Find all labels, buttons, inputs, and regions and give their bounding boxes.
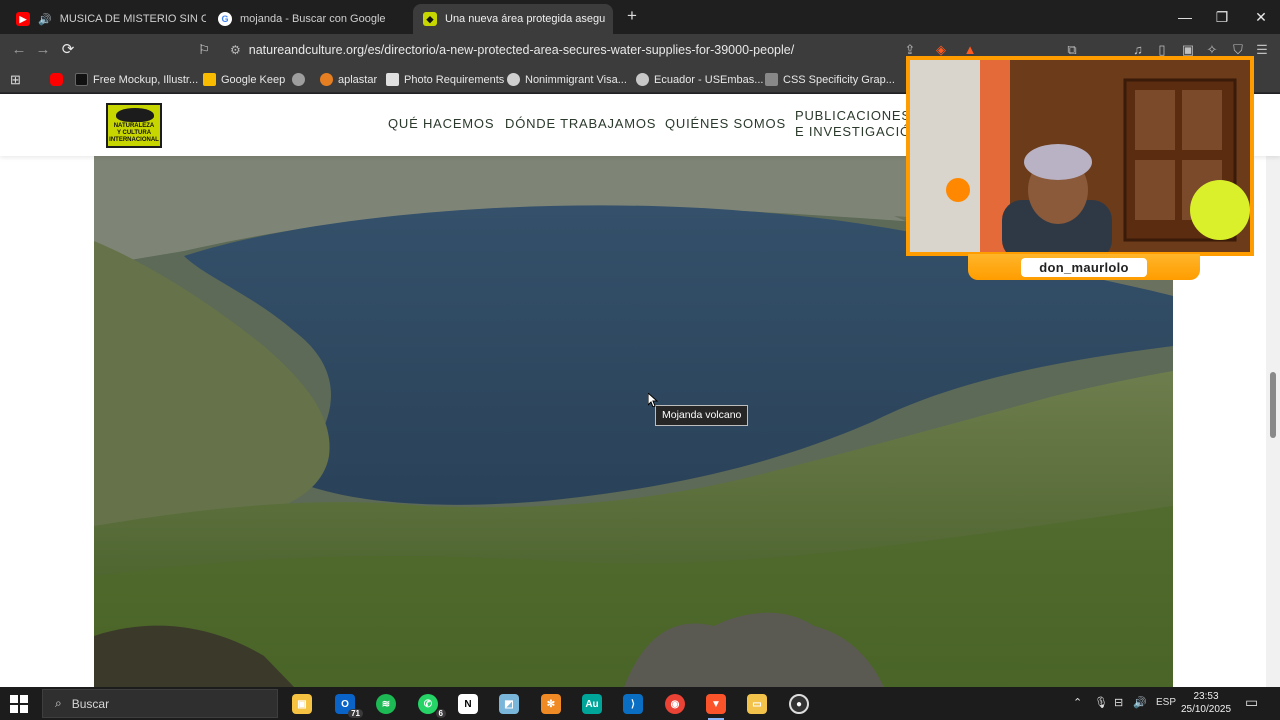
bookmark-youtube[interactable] <box>50 71 63 88</box>
youtube-icon: ▶ <box>16 12 30 26</box>
tab-youtube-music[interactable]: ▶ 🔊 MUSICA DE MISTERIO SIN COPY <box>6 4 206 34</box>
chrome-app-icon[interactable]: ◉ <box>665 694 685 714</box>
bookmark-label: Google Keep <box>221 73 286 86</box>
apps-grid-icon[interactable]: ⊞ <box>10 71 21 88</box>
maximize-button[interactable]: ❐ <box>1207 6 1237 28</box>
bookmark-page-icon[interactable]: ⚐ <box>195 41 213 59</box>
brave-app-icon[interactable]: ▼ <box>706 694 726 720</box>
notes-app-icon[interactable]: ◩ <box>499 694 519 714</box>
windows-start-icon[interactable] <box>10 695 28 713</box>
microphone-icon[interactable]: 🎙 <box>1094 696 1108 709</box>
bookmark-css-specificity[interactable]: CSS Specificity Grap... <box>765 71 895 88</box>
logo-line: NATURALEZA <box>113 123 155 129</box>
tab-strip: ▶ 🔊 MUSICA DE MISTERIO SIN COPY G mojand… <box>0 0 1280 34</box>
obs-app-icon[interactable]: ● <box>789 694 809 714</box>
logo-line: Y CULTURA <box>116 130 152 136</box>
youtube-bookmark-icon <box>50 73 63 86</box>
xampp-app-icon[interactable]: ✻ <box>541 694 561 714</box>
file-explorer-icon[interactable]: ▭ <box>747 694 767 714</box>
bookmark-label: Free Mockup, Illustr... <box>93 73 199 86</box>
page-scrollbar[interactable] <box>1266 94 1280 687</box>
notion-app-icon[interactable]: N <box>458 694 478 714</box>
streamer-username: don_maurlolo <box>1021 257 1147 277</box>
clock-time: 23:53 <box>1193 691 1219 702</box>
logo-line: INTERNACIONAL <box>109 137 159 143</box>
webcam-feed <box>910 60 1250 252</box>
bookmark-label: Nonimmigrant Visa... <box>525 73 627 86</box>
bookmark-ecuador-embassy[interactable]: Ecuador - USEmbas... <box>636 71 763 88</box>
bookmark-globe[interactable] <box>292 71 305 88</box>
tab-title: MUSICA DE MISTERIO SIN COPY <box>59 13 206 25</box>
google-icon: G <box>218 12 232 26</box>
tab-google-search[interactable]: G mojanda - Buscar con Google <box>208 4 408 34</box>
natureandculture-icon: ◆ <box>423 12 437 26</box>
new-tab-button[interactable]: + <box>622 6 642 26</box>
globe-icon <box>292 73 305 86</box>
site-logo[interactable]: NATURALEZA Y CULTURA INTERNACIONAL <box>106 103 162 148</box>
tray-chevron-icon[interactable]: ⌃ <box>1073 696 1082 709</box>
vscode-app-icon[interactable]: ⟩ <box>623 694 643 714</box>
keep-icon <box>203 73 216 86</box>
whatsapp-badge: 6 <box>435 709 446 718</box>
windows-taskbar: ⌕ Buscar ▣ O 71 ≋ ✆ 6 N ◩ ✻ Au ⟩ ◉ ▼ ▭ ● ⌃… <box>0 687 1280 720</box>
whatsapp-app-icon[interactable]: ✆ 6 <box>418 694 446 718</box>
bookmark-nonimmigrant-visa[interactable]: Nonimmigrant Visa... <box>507 71 627 88</box>
tab-title: mojanda - Buscar con Google <box>240 13 386 25</box>
nav-quienes-somos[interactable]: QUIÉNES SOMOS <box>665 116 786 131</box>
scrollbar-thumb[interactable] <box>1270 372 1276 438</box>
back-button[interactable]: ← <box>10 41 28 59</box>
site-info-icon[interactable]: ⚙ <box>230 43 241 57</box>
mouse-cursor-icon <box>647 391 659 412</box>
url-text: natureandculture.org/es/directorio/a-new… <box>248 43 795 57</box>
tab-title: Una nueva área protegida asegu <box>445 13 606 25</box>
search-placeholder: Buscar <box>71 696 110 711</box>
search-icon: ⌕ <box>55 696 62 710</box>
bookmark-aplastar[interactable]: aplastar <box>320 71 377 88</box>
notifications-icon[interactable]: ▭ <box>1245 694 1258 711</box>
menu-icon[interactable]: ☰ <box>1254 42 1270 58</box>
address-bar[interactable]: ⚙ natureandculture.org/es/directorio/a-n… <box>222 38 902 62</box>
nav-que-hacemos[interactable]: QUÉ HACEMOS <box>388 116 494 131</box>
webcam-overlay: don_maurlolo <box>906 56 1254 280</box>
bookmark-label: aplastar <box>338 73 378 86</box>
visa-icon <box>507 73 520 86</box>
minimize-button[interactable]: — <box>1170 6 1200 28</box>
store-app-icon[interactable]: ▣ <box>292 694 312 714</box>
bookmark-label: CSS Specificity Grap... <box>783 73 895 86</box>
css-icon <box>765 73 778 86</box>
audition-app-icon[interactable]: Au <box>582 694 602 714</box>
volume-icon[interactable]: 🔊 <box>1133 696 1147 709</box>
webcam-name-plate: don_maurlolo <box>968 254 1200 280</box>
nav-publicaciones[interactable]: PUBLICACIONES E INVESTIGACIÓN <box>795 108 921 140</box>
outlook-badge: 71 <box>348 709 363 718</box>
taskbar-search[interactable]: ⌕ Buscar <box>42 689 278 718</box>
outlook-app-icon[interactable]: O 71 <box>335 694 363 718</box>
close-window-button[interactable]: ✕ <box>1246 6 1276 28</box>
nav-label-line: E INVESTIGACIÓN <box>795 124 922 139</box>
aplastar-icon <box>320 73 333 86</box>
image-caption-tooltip: Mojanda volcano <box>655 405 749 426</box>
network-icon[interactable]: ⊟ <box>1114 696 1123 709</box>
embassy-icon <box>636 73 649 86</box>
system-clock[interactable]: 23:53 25/10/2025 <box>1178 690 1234 716</box>
nav-donde-trabajamos[interactable]: DÓNDE TRABAJAMOS <box>505 116 656 131</box>
bookmark-free-mockup[interactable]: Free Mockup, Illustr... <box>75 71 198 88</box>
bookmark-google-keep[interactable]: Google Keep <box>203 71 285 88</box>
nav-label-line: PUBLICACIONES <box>795 108 911 123</box>
spotify-app-icon[interactable]: ≋ <box>376 694 396 714</box>
jaguar-logo-icon <box>116 108 154 122</box>
speaker-icon[interactable]: 🔊 <box>38 13 52 26</box>
language-indicator[interactable]: ESP <box>1156 697 1176 708</box>
bookmark-label: Ecuador - USEmbas... <box>654 73 764 86</box>
tab-active-article[interactable]: ◆ Una nueva área protegida asegu ✕ <box>413 4 613 34</box>
webcam-frame <box>906 56 1254 256</box>
reload-button[interactable]: ⟳ <box>59 41 77 59</box>
bookmark-photo-requirements[interactable]: Photo Requirements <box>386 71 504 88</box>
bookmark-label: Photo Requirements <box>404 73 505 86</box>
forward-button[interactable]: → <box>34 41 52 59</box>
mockup-icon <box>75 73 88 86</box>
photo-req-icon <box>386 73 399 86</box>
clock-date: 25/10/2025 <box>1180 704 1232 715</box>
